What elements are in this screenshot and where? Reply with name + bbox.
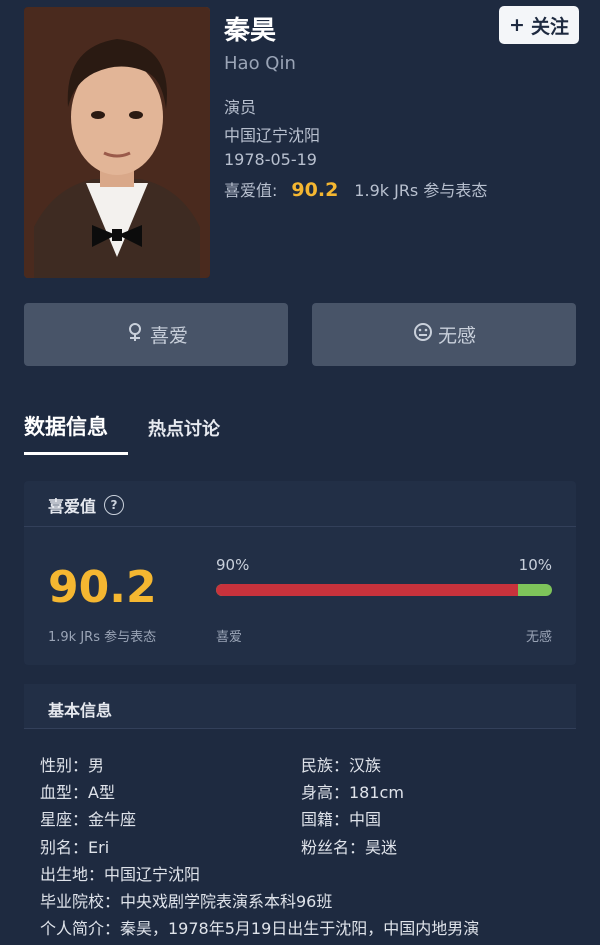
info-gender: 性别：男 <box>40 756 105 775</box>
like-label: 喜爱 <box>149 325 188 347</box>
active-tab-indicator <box>24 452 128 455</box>
bar-like-label: 喜爱 <box>216 630 243 645</box>
love-card-title: 喜爱值 ? <box>48 493 125 517</box>
love-label: 喜爱值: <box>224 181 278 200</box>
follow-label: 关注 <box>530 15 569 38</box>
info-birthplace: 出生地：中国辽宁沈阳 <box>40 865 201 884</box>
indifferent-label: 无感 <box>437 325 476 347</box>
love-score: 90.2 <box>291 179 339 201</box>
profile-occupation: 演员 <box>224 98 257 117</box>
big-love-score: 90.2 <box>48 562 157 613</box>
info-alias: 别名：Eri <box>40 838 110 857</box>
dislike-percent: 10% <box>518 556 552 574</box>
profile-photo <box>24 7 210 278</box>
flower-icon <box>124 321 146 348</box>
profile-love-line: 喜爱值: 90.2 1.9k JRs 参与表态 <box>224 177 487 201</box>
info-fan-name: 粉丝名：昊迷 <box>301 838 398 857</box>
info-zodiac: 星座：金牛座 <box>40 810 137 829</box>
person-portrait-icon <box>24 7 210 278</box>
like-button[interactable]: 喜爱 <box>24 303 288 366</box>
like-percent: 90% <box>216 556 250 574</box>
info-ethnicity: 民族：汉族 <box>301 756 382 775</box>
meh-face-icon <box>412 321 434 348</box>
help-icon[interactable]: ? <box>104 495 125 515</box>
profile-pinyin: Hao Qin <box>224 53 296 74</box>
profile-name: 秦昊 <box>224 16 277 46</box>
bar-dislike-label: 无感 <box>525 630 552 645</box>
profile-birthplace: 中国辽宁沈阳 <box>224 126 321 145</box>
profile-birthdate: 1978-05-19 <box>224 150 317 169</box>
info-height: 身高：181cm <box>301 783 404 802</box>
card-participants: 1.9k JRs 参与表态 <box>48 630 157 645</box>
info-blood-type: 血型：A型 <box>40 783 115 802</box>
info-intro: 个人简介：秦昊，1978年5月19日出生于沈阳，中国内地男演 <box>40 919 480 938</box>
participants-count: 1.9k JRs 参与表态 <box>354 181 488 200</box>
tab-data-info[interactable]: 数据信息 <box>24 411 108 441</box>
info-school: 毕业院校：中央戏剧学院表演系本科96班 <box>40 892 333 911</box>
love-ratio-bar <box>216 584 552 596</box>
tab-hot-discussion[interactable]: 热点讨论 <box>148 415 220 441</box>
love-card-title-text: 喜爱值 <box>48 497 97 516</box>
info-nationality: 国籍：中国 <box>301 810 382 829</box>
plus-icon: + <box>509 14 525 36</box>
basic-info-title: 基本信息 <box>48 701 113 720</box>
follow-button[interactable]: + 关注 <box>499 6 579 44</box>
like-ratio-fill <box>216 584 519 596</box>
indifferent-button[interactable]: 无感 <box>312 303 576 366</box>
